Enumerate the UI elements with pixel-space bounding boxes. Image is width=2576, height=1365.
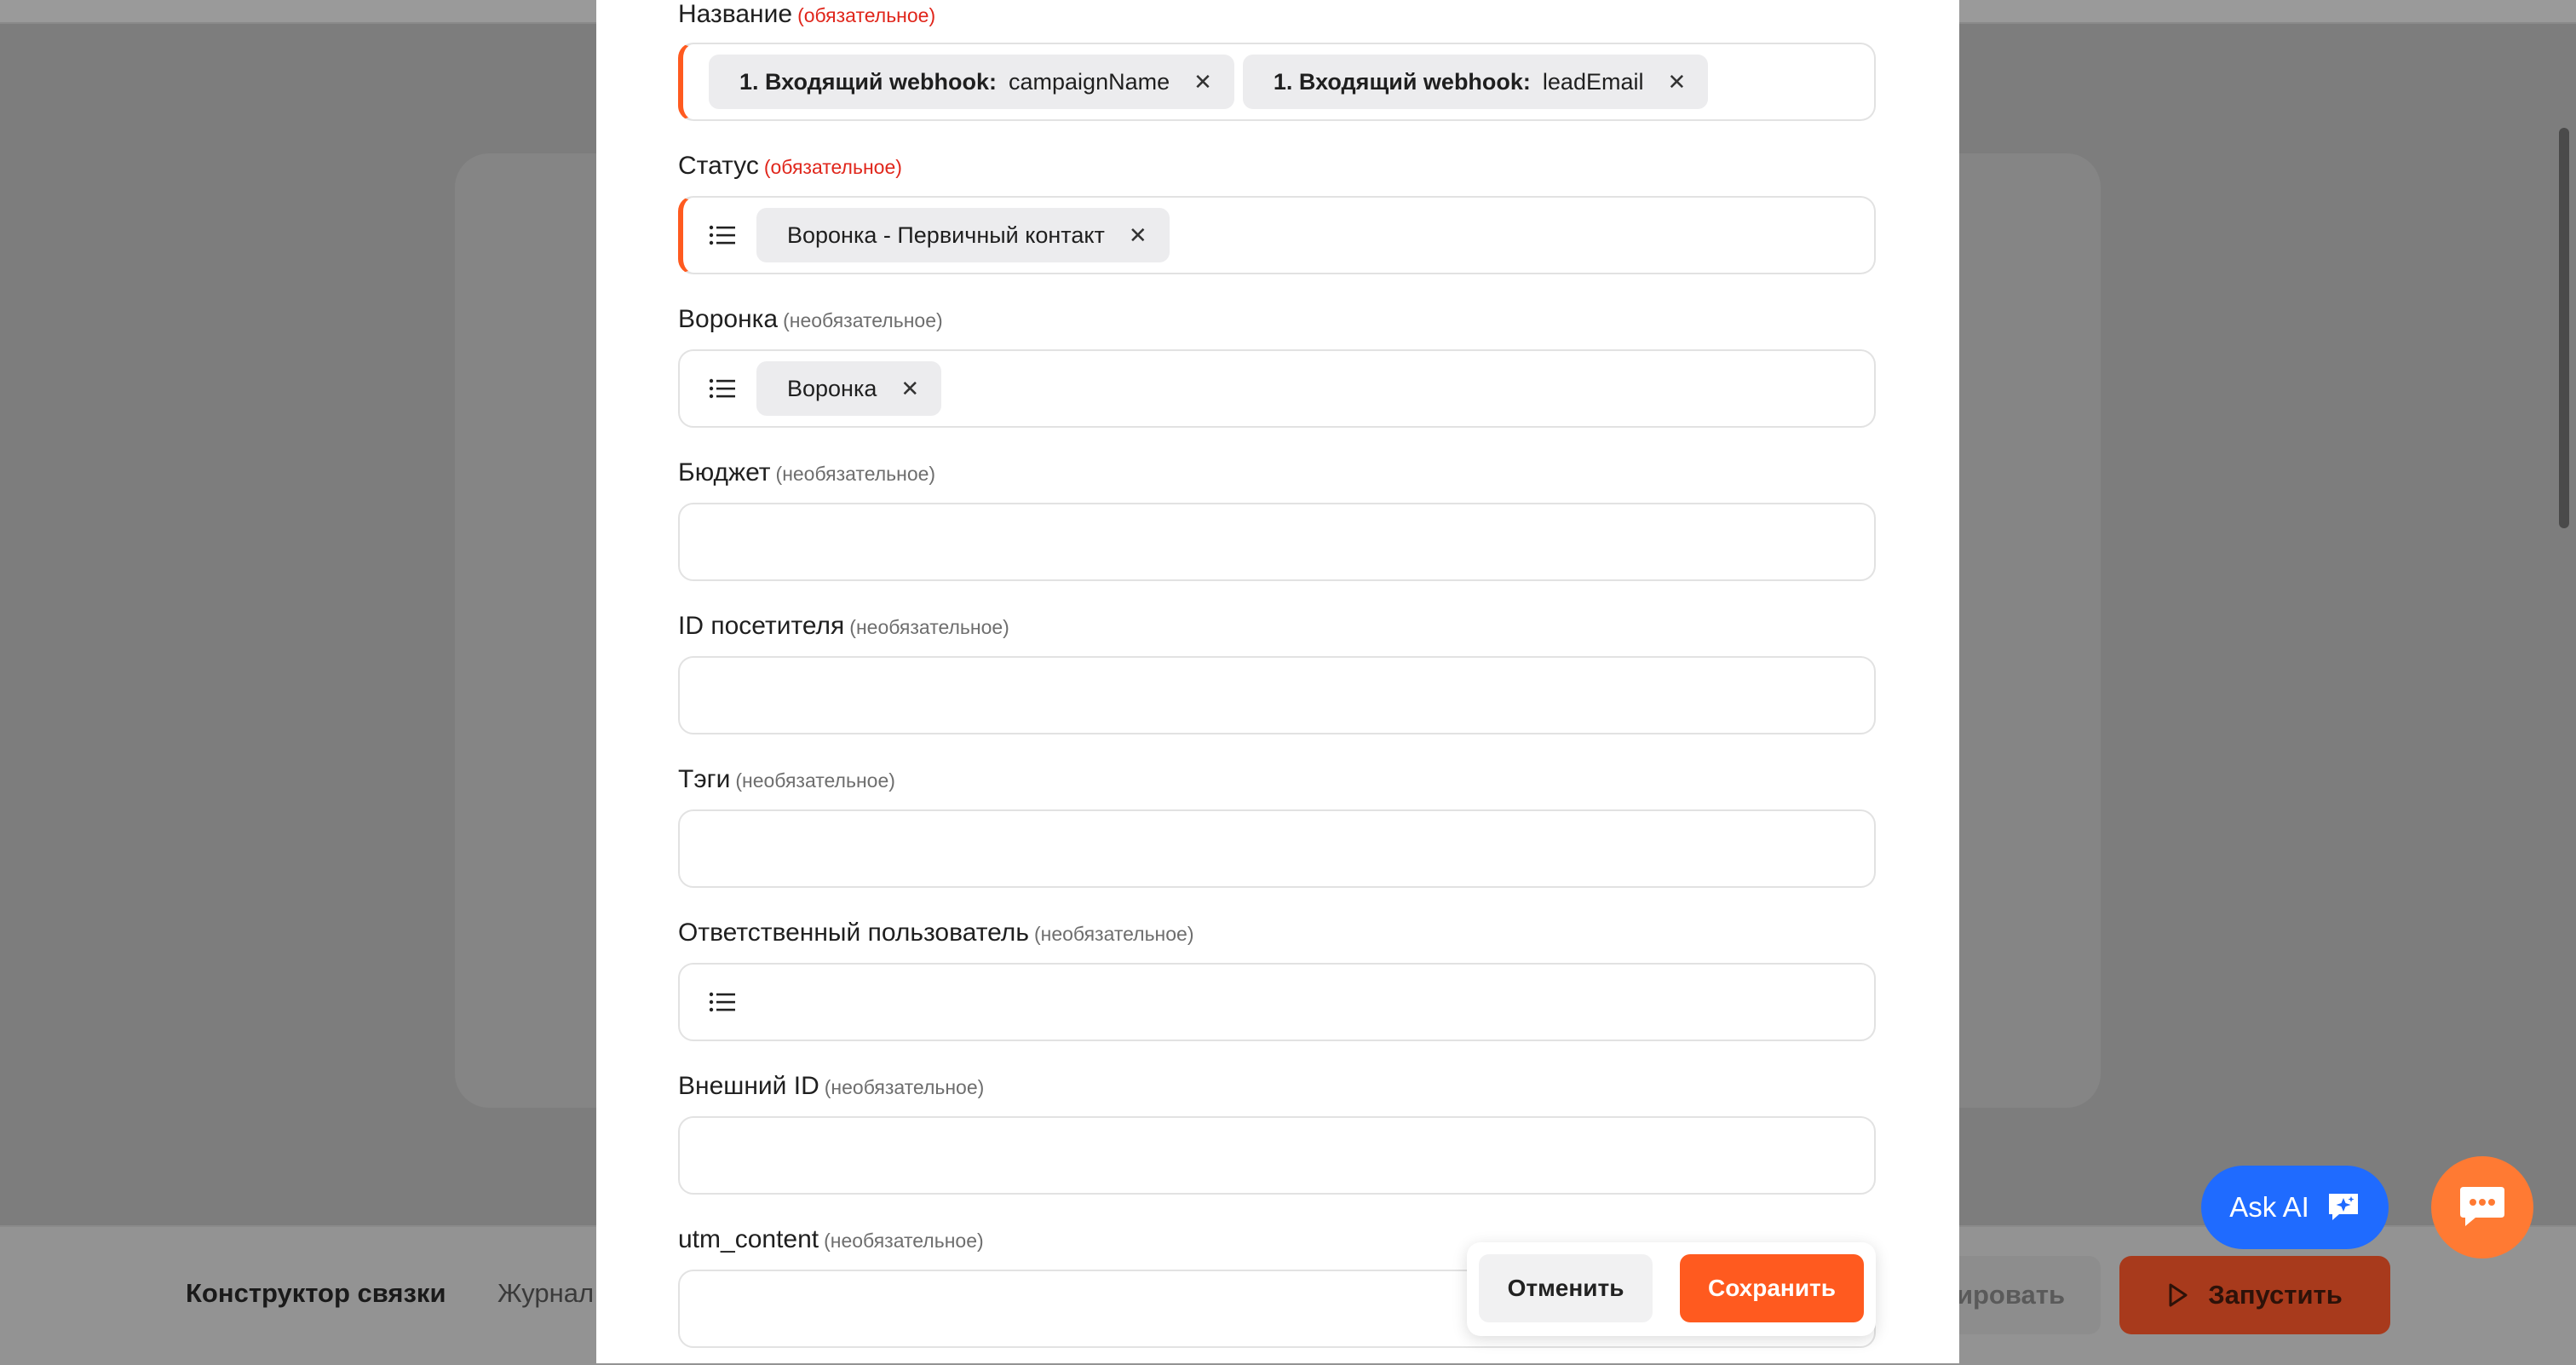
option-chip[interactable]: Воронка - Первичный контакт ✕: [756, 208, 1170, 262]
required-hint: (обязательное): [763, 156, 902, 178]
close-icon[interactable]: ✕: [1193, 69, 1212, 95]
field-label-status: Статус (обязательное): [678, 152, 902, 181]
field-label-text: Внешний ID: [678, 1072, 819, 1100]
field-label-external-id: Внешний ID (необязательное): [678, 1072, 984, 1101]
copy-button-label: ировать: [1956, 1280, 2065, 1310]
optional-hint: (необязательное): [783, 309, 943, 331]
ask-ai-label: Ask AI: [2229, 1191, 2309, 1223]
field-label-text: Бюджет: [678, 458, 771, 487]
chip-value: leadEmail: [1542, 68, 1644, 95]
cancel-button[interactable]: Отменить: [1479, 1254, 1653, 1322]
chip-source: 1. Входящий webhook:: [739, 68, 998, 95]
run-button[interactable]: Запустить: [2119, 1256, 2390, 1334]
close-icon[interactable]: ✕: [1667, 69, 1686, 95]
tab-builder[interactable]: Конструктор связки: [186, 1278, 446, 1309]
tags-field[interactable]: [678, 809, 1876, 888]
optional-hint: (необязательное): [849, 616, 1009, 638]
ask-ai-button[interactable]: Ask AI: [2201, 1166, 2389, 1249]
modal-actions: Отменить Сохранить: [1467, 1242, 1876, 1336]
field-label-tags: Тэги (необязательное): [678, 765, 895, 794]
field-label-responsible-user: Ответственный пользователь (необязательно…: [678, 919, 1194, 947]
field-label-text: Воронка: [678, 305, 779, 333]
close-icon[interactable]: ✕: [1129, 222, 1147, 249]
status-field[interactable]: Воронка - Первичный контакт ✕: [678, 196, 1876, 274]
list-icon[interactable]: [709, 992, 736, 1012]
variable-chip[interactable]: 1. Входящий webhook: campaignName ✕: [709, 55, 1234, 109]
responsible-user-field[interactable]: [678, 963, 1876, 1041]
field-label-text: Тэги: [678, 765, 731, 793]
field-label-text: ID посетителя: [678, 612, 845, 640]
chip-value: Воронка - Первичный контакт: [787, 222, 1105, 248]
ai-sparkle-icon: [2326, 1191, 2360, 1224]
optional-hint: (необязательное): [1033, 923, 1194, 945]
run-button-label: Запустить: [2208, 1280, 2343, 1310]
optional-hint: (необязательное): [775, 463, 936, 485]
field-label-budget: Бюджет (необязательное): [678, 458, 935, 487]
pipeline-field[interactable]: Воронка ✕: [678, 349, 1876, 428]
field-label-text: Ответственный пользователь: [678, 919, 1029, 947]
save-button[interactable]: Сохранить: [1680, 1254, 1864, 1322]
chip-value: campaignName: [1009, 68, 1170, 95]
external-id-field[interactable]: [678, 1116, 1876, 1195]
field-label-name: Название (обязательное): [678, 0, 935, 29]
list-icon[interactable]: [709, 225, 736, 245]
optional-hint: (необязательное): [824, 1076, 985, 1098]
play-icon: [2167, 1282, 2189, 1308]
list-icon[interactable]: [709, 378, 736, 399]
optional-hint: (необязательное): [824, 1230, 984, 1252]
field-label-text: utm_content: [678, 1225, 819, 1253]
required-hint: (обязательное): [797, 4, 936, 26]
variable-chip[interactable]: 1. Входящий webhook: leadEmail ✕: [1242, 55, 1709, 109]
chip-value: Воронка: [787, 375, 877, 401]
close-icon[interactable]: ✕: [900, 376, 919, 402]
field-label-visitor-id: ID посетителя (необязательное): [678, 612, 1009, 641]
chat-bubble-icon: [2457, 1184, 2508, 1231]
tab-journal[interactable]: Журнал: [497, 1278, 594, 1309]
name-field[interactable]: 1. Входящий webhook: campaignName ✕ 1. В…: [678, 43, 1876, 121]
field-label-text: Название: [678, 0, 793, 28]
optional-hint: (необязательное): [735, 769, 895, 792]
chat-button[interactable]: [2431, 1156, 2533, 1258]
field-label-utm-content: utm_content (необязательное): [678, 1225, 984, 1254]
option-chip[interactable]: Воронка ✕: [756, 361, 942, 416]
page-scrollbar[interactable]: [2559, 128, 2569, 528]
visitor-id-field[interactable]: [678, 656, 1876, 734]
chip-source: 1. Входящий webhook:: [1273, 68, 1531, 95]
field-label-text: Статус: [678, 152, 759, 180]
field-label-pipeline: Воронка (необязательное): [678, 305, 943, 334]
budget-field[interactable]: [678, 503, 1876, 581]
